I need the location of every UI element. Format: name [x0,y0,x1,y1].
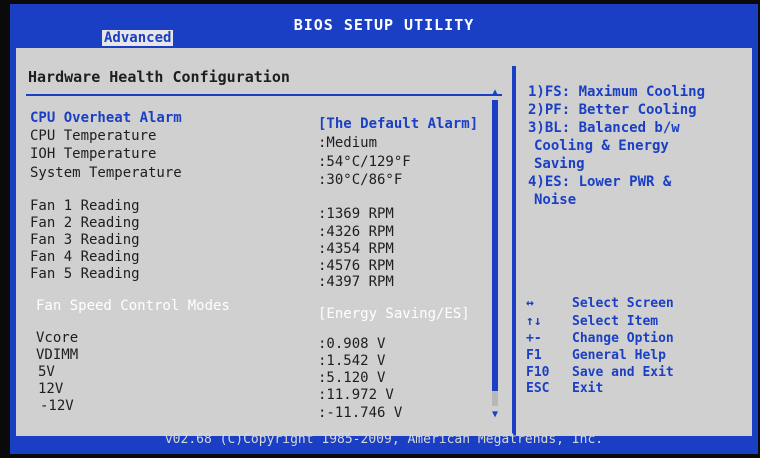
vcore-label: Vcore [36,330,79,346]
heading-divider [26,94,502,96]
left-right-arrow-icon: ↔ [526,296,534,311]
key-label: F10 [526,365,550,380]
settings-panel: Hardware Health Configuration CPU Overhe… [16,48,502,436]
fan2-reading-value: :4326 RPM [318,224,394,240]
scroll-thumb[interactable] [492,100,498,391]
minus-12v-value: :-11.746 V [318,405,403,421]
main-panel: Hardware Health Configuration CPU Overhe… [14,46,754,438]
plus-minus-key-icon: +- [526,331,542,346]
ioh-temperature-label: IOH Temperature [30,146,157,162]
fan4-reading-value: :4576 RPM [318,258,394,274]
fan4-reading-label: Fan 4 Reading [30,249,140,265]
key-hint-select-item: ↑↓ Select Item [526,314,658,329]
fan2-reading-label: Fan 2 Reading [30,215,140,231]
help-line: 4)ES: Lower PWR & [528,174,672,190]
5v-value: :5.120 V [318,370,386,386]
12v-label: 12V [38,381,64,397]
vcore-value: :0.908 V [318,336,386,352]
help-line: Cooling & Energy [534,138,669,154]
minus-12v-label: -12V [40,398,74,414]
key-hint-label: Exit [572,381,604,396]
fan1-reading-value: :1369 RPM [318,206,394,222]
key-hint-exit: ESC Exit [526,381,603,396]
help-line: 1)FS: Maximum Cooling [528,84,706,100]
up-down-arrow-icon: ↑↓ [526,314,542,329]
fan3-reading-value: :4354 RPM [318,241,394,257]
key-hint-change-option: +- Change Option [526,331,674,346]
vdimm-label: VDIMM [36,347,79,363]
copyright-footer: v02.68 (C)Copyright 1985-2009, American … [164,432,604,447]
fan3-reading-label: Fan 3 Reading [30,232,140,248]
12v-value: :11.972 V [318,387,394,403]
key-hint-label: Select Item [572,314,659,329]
key-label: ESC [526,381,550,396]
scroll-track[interactable] [492,100,498,406]
cpu-overheat-alarm-value[interactable]: [The Default Alarm] [318,116,478,132]
help-line: 2)PF: Better Cooling [528,102,697,118]
help-panel: 1)FS: Maximum Cooling 2)PF: Better Cooli… [516,66,752,436]
key-hint-select-screen: ↔ Select Screen [526,296,674,311]
key-hint-general-help: F1 General Help [526,348,666,363]
cpu-overheat-alarm-label[interactable]: CPU Overheat Alarm [30,110,182,126]
fan-speed-control-modes-value[interactable]: [Energy Saving/ES] [318,306,470,322]
fan5-reading-label: Fan 5 Reading [30,266,140,282]
fan1-reading-label: Fan 1 Reading [30,198,140,214]
key-label: F1 [526,348,542,363]
system-temperature-label: System Temperature [30,165,182,181]
ioh-temperature-value: :54°C/129°F [318,154,411,170]
scroll-up-arrow-icon[interactable]: ▲ [490,88,500,98]
scroll-down-arrow-icon[interactable]: ▼ [490,410,500,420]
help-line: Saving [534,156,585,172]
bios-screen: BIOS SETUP UTILITY Advanced Hardware Hea… [10,4,758,454]
fan-speed-control-modes-label[interactable]: Fan Speed Control Modes [36,298,230,314]
key-hint-label: General Help [572,348,666,363]
cpu-temperature-label: CPU Temperature [30,128,157,144]
key-hint-save-exit: F10 Save and Exit [526,365,674,380]
vdimm-value: :1.542 V [318,353,386,369]
tab-advanced[interactable]: Advanced [102,30,174,46]
key-hint-label: Select Screen [572,296,674,311]
fan5-reading-value: :4397 RPM [318,274,394,290]
page-heading: Hardware Health Configuration [28,68,290,86]
scrollbar[interactable]: ▲ ▼ [490,88,500,428]
system-temperature-value: :30°C/86°F [318,172,403,188]
help-line: Noise [534,192,577,208]
key-hint-label: Save and Exit [572,365,674,380]
help-line: 3)BL: Balanced b/w [528,120,680,136]
cpu-temperature-value: :Medium [318,135,378,151]
key-hint-label: Change Option [572,331,674,346]
5v-label: 5V [38,364,55,380]
